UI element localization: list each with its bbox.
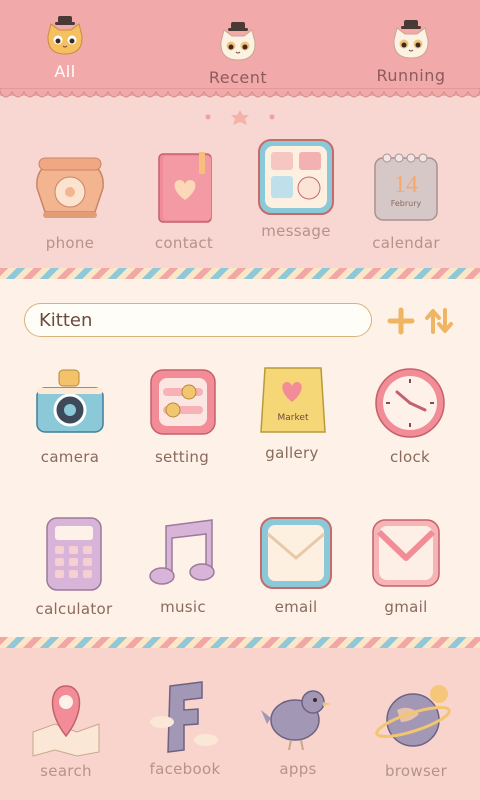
sort-icon[interactable] bbox=[424, 306, 454, 336]
cat-icon bbox=[47, 16, 83, 55]
map-pin-icon bbox=[32, 685, 100, 757]
scallop-border bbox=[0, 88, 480, 98]
tab-running-label: Running bbox=[376, 66, 446, 85]
app-calendar[interactable]: 14 Februry calendar bbox=[351, 148, 461, 252]
calculator-icon bbox=[46, 517, 102, 591]
app-browser[interactable]: browser bbox=[361, 676, 471, 780]
message-icon bbox=[258, 139, 334, 215]
app-facebook[interactable]: facebook bbox=[130, 674, 240, 778]
app-browser-label: browser bbox=[384, 762, 448, 780]
app-gallery[interactable]: Market gallery bbox=[237, 358, 347, 462]
app-gallery-label: gallery bbox=[265, 444, 319, 462]
app-search-label: search bbox=[40, 762, 92, 780]
app-calculator-label: calculator bbox=[35, 600, 113, 618]
app-clock-label: clock bbox=[389, 448, 431, 466]
cat-icon bbox=[220, 22, 256, 61]
calendar-month: Februry bbox=[391, 199, 422, 208]
contact-book-icon bbox=[158, 152, 212, 223]
app-message-label: message bbox=[261, 222, 331, 240]
app-apps-label: apps bbox=[279, 760, 317, 778]
tab-recent-label: Recent bbox=[208, 68, 268, 87]
plus-icon[interactable] bbox=[386, 306, 416, 336]
app-music[interactable]: music bbox=[128, 512, 238, 616]
app-contact[interactable]: contact bbox=[129, 148, 239, 252]
calendar-icon: 14 Februry bbox=[374, 153, 438, 221]
app-email-label: email bbox=[274, 598, 318, 616]
page-indicator bbox=[205, 110, 275, 125]
tab-recent[interactable]: Recent bbox=[178, 20, 298, 87]
search-input[interactable] bbox=[24, 303, 372, 337]
gallery-bag-text: Market bbox=[278, 413, 309, 423]
app-facebook-label: facebook bbox=[149, 760, 221, 778]
gmail-icon bbox=[372, 519, 440, 587]
app-camera-label: camera bbox=[40, 448, 100, 466]
app-message[interactable]: message bbox=[241, 136, 351, 240]
app-camera[interactable]: camera bbox=[15, 362, 125, 466]
bird-icon bbox=[261, 690, 331, 751]
phone-icon bbox=[36, 157, 104, 218]
app-setting-label: setting bbox=[154, 448, 210, 466]
camera-icon bbox=[36, 369, 104, 433]
email-icon bbox=[260, 517, 332, 589]
facebook-icon bbox=[150, 681, 218, 753]
app-contact-label: contact bbox=[154, 234, 214, 252]
planet-icon bbox=[375, 685, 451, 747]
tab-all-label: All bbox=[54, 62, 76, 81]
setting-icon bbox=[150, 369, 216, 435]
clock-icon bbox=[375, 368, 445, 438]
tab-all[interactable]: All bbox=[5, 14, 125, 81]
app-apps[interactable]: apps bbox=[243, 674, 353, 778]
app-gmail[interactable]: gmail bbox=[351, 512, 461, 616]
stripe-divider-bottom bbox=[0, 637, 480, 648]
app-phone[interactable]: phone bbox=[15, 148, 125, 252]
calendar-number: 14 bbox=[394, 172, 418, 198]
app-phone-label: phone bbox=[45, 234, 95, 252]
app-clock[interactable]: clock bbox=[355, 362, 465, 466]
cat-icon bbox=[393, 20, 429, 59]
gallery-icon: Market bbox=[260, 367, 326, 433]
app-music-label: music bbox=[160, 598, 206, 616]
app-search[interactable]: search bbox=[11, 676, 121, 780]
app-calculator[interactable]: calculator bbox=[19, 514, 129, 618]
music-icon bbox=[149, 519, 215, 585]
app-calendar-label: calendar bbox=[372, 234, 440, 252]
stripe-divider-top bbox=[0, 268, 480, 279]
tab-running[interactable]: Running bbox=[351, 18, 471, 85]
app-email[interactable]: email bbox=[241, 512, 351, 616]
app-gmail-label: gmail bbox=[384, 598, 428, 616]
app-setting[interactable]: setting bbox=[127, 362, 237, 466]
